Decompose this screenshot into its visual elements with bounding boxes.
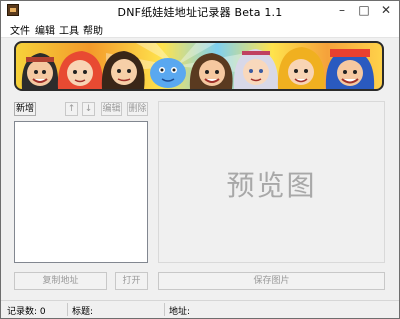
menu-bar: 文件 编辑 工具 帮助 bbox=[1, 21, 399, 38]
character-1 bbox=[21, 53, 59, 89]
delete-button[interactable]: 删除 bbox=[127, 102, 148, 116]
open-button[interactable]: 打开 bbox=[115, 272, 148, 290]
menu-file[interactable]: 文件 bbox=[10, 22, 30, 37]
record-count: 记录数: 0 bbox=[7, 307, 46, 317]
cartoon-characters-banner bbox=[21, 43, 375, 89]
app-window: DNF纸娃娃地址记录器 Beta 1.1 – □ ✕ 文件 编辑 工具 帮助 新… bbox=[0, 0, 400, 319]
menu-tools[interactable]: 工具 bbox=[59, 22, 79, 37]
character-2 bbox=[57, 51, 103, 89]
character-7 bbox=[277, 47, 325, 89]
character-4 bbox=[150, 58, 186, 88]
move-up-button[interactable]: ↑ bbox=[65, 102, 78, 116]
status-bar: 记录数: 0 标题: 地址: bbox=[1, 300, 399, 318]
copy-address-button[interactable]: 复制地址 bbox=[14, 272, 107, 290]
status-title: 标题: bbox=[72, 307, 94, 317]
character-8 bbox=[325, 49, 375, 89]
move-down-button[interactable]: ↓ bbox=[82, 102, 95, 116]
status-divider bbox=[67, 303, 68, 316]
close-button[interactable]: ✕ bbox=[375, 1, 397, 19]
preview-placeholder: 预览图 bbox=[226, 169, 317, 202]
menu-help[interactable]: 帮助 bbox=[83, 22, 103, 37]
menu-edit[interactable]: 编辑 bbox=[35, 22, 55, 37]
characters-banner bbox=[14, 41, 384, 91]
new-button[interactable]: 新增 bbox=[14, 102, 36, 116]
title-bar[interactable]: DNF纸娃娃地址记录器 Beta 1.1 – □ ✕ bbox=[1, 1, 399, 21]
status-divider bbox=[164, 303, 165, 316]
save-image-button[interactable]: 保存图片 bbox=[158, 272, 385, 290]
preview-area: 预览图 bbox=[158, 101, 385, 263]
record-list[interactable] bbox=[14, 121, 148, 263]
edit-button[interactable]: 编辑 bbox=[101, 102, 122, 116]
maximize-button[interactable]: □ bbox=[353, 1, 375, 19]
minimize-button[interactable]: – bbox=[331, 1, 353, 19]
status-address: 地址: bbox=[169, 307, 191, 317]
